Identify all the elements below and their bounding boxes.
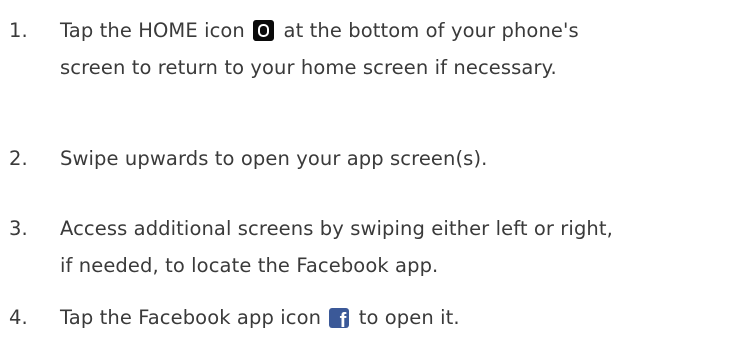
- step-text-after-icon: to open it.: [358, 306, 460, 329]
- home-icon: [253, 20, 275, 41]
- facebook-icon: [329, 308, 350, 328]
- step-text-before-icon: Tap the HOME icon: [60, 19, 245, 42]
- step-number: 2.: [9, 147, 28, 170]
- step-2: 2. Swipe upwards to open your app screen…: [0, 140, 737, 177]
- instruction-list: 1. Tap the HOME icon at the bottom of yo…: [0, 0, 737, 356]
- step-text: Tap the Facebook app icon to open it.: [60, 299, 737, 336]
- step-number: 1.: [9, 19, 28, 42]
- step-3: 3. Access additional screens by swiping …: [0, 210, 737, 284]
- step-text-line2: screen to return to your home screen if …: [60, 56, 557, 79]
- step-4: 4. Tap the Facebook app icon to open it.: [0, 299, 737, 336]
- step-text: Swipe upwards to open your app screen(s)…: [60, 147, 488, 170]
- step-text: Tap the HOME icon at the bottom of your …: [60, 12, 737, 49]
- step-number: 3.: [9, 217, 28, 240]
- step-text-line2: if needed, to locate the Facebook app.: [60, 254, 439, 277]
- step-text: Access additional screens by swiping eit…: [60, 217, 613, 240]
- step-text-after-icon: at the bottom of your phone's: [283, 19, 579, 42]
- step-number: 4.: [9, 306, 28, 329]
- step-text-before-icon: Tap the Facebook app icon: [60, 306, 322, 329]
- step-1: 1. Tap the HOME icon at the bottom of yo…: [0, 12, 737, 86]
